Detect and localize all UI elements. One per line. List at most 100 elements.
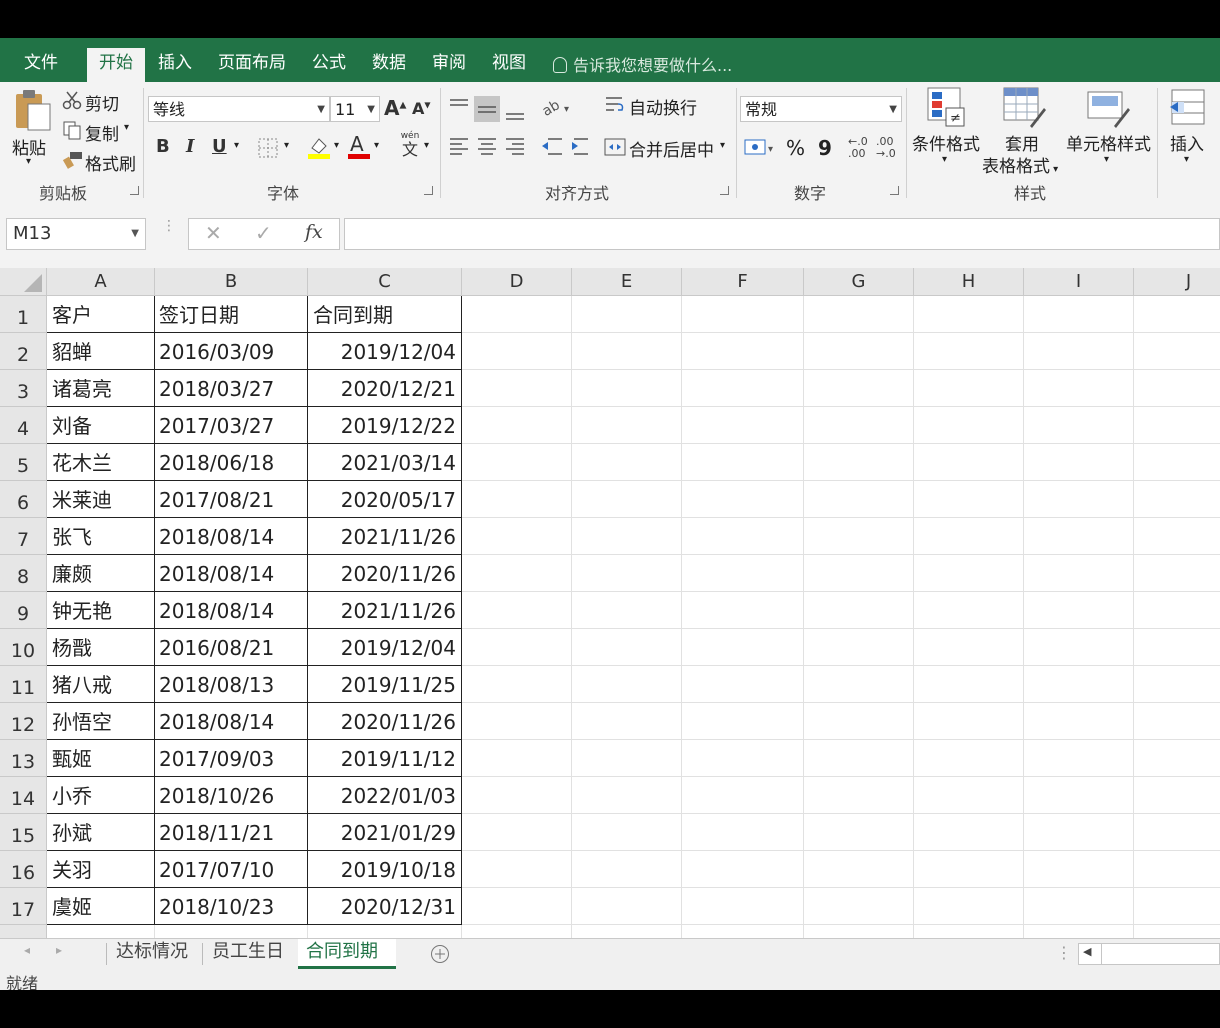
- cell-expiry-date[interactable]: 2020/12/21: [308, 370, 462, 407]
- shrink-font-icon[interactable]: A▼: [412, 99, 431, 118]
- tab-data[interactable]: 数据: [366, 50, 412, 82]
- cell-expiry-date[interactable]: 2019/12/04: [308, 629, 462, 666]
- paste-icon[interactable]: [12, 88, 54, 134]
- column-header[interactable]: E: [572, 268, 682, 296]
- chevron-down-icon[interactable]: ▼: [131, 219, 139, 249]
- clipboard-launcher-icon[interactable]: [130, 186, 139, 195]
- fill-color-icon[interactable]: [306, 134, 332, 160]
- scroll-prev-sheet-icon[interactable]: ◂: [24, 943, 30, 957]
- insert-function-button[interactable]: fx: [305, 221, 323, 243]
- row-header[interactable]: 15: [0, 814, 47, 851]
- cell-customer[interactable]: 张飞: [47, 518, 155, 555]
- cell-expiry-date[interactable]: 2021/11/26: [308, 592, 462, 629]
- format-painter-button[interactable]: 格式刷: [85, 150, 136, 175]
- cell-customer[interactable]: 甄姬: [47, 740, 155, 777]
- phonetic-guide-icon[interactable]: wén 文: [400, 132, 420, 159]
- cell-sign-date[interactable]: 2018/08/14: [155, 555, 308, 592]
- cell-expiry-date[interactable]: 合同到期: [308, 296, 462, 333]
- orientation-icon[interactable]: ab ▾: [540, 96, 576, 118]
- cell-customer[interactable]: 猪八戒: [47, 666, 155, 703]
- cell-expiry-date[interactable]: 2021/01/29: [308, 814, 462, 851]
- sheet-tab-birthdays[interactable]: 员工生日: [204, 939, 292, 969]
- cell-customer[interactable]: 刘备: [47, 407, 155, 444]
- cell-expiry-date[interactable]: 2020/12/31: [308, 888, 462, 925]
- sheet-tab-contracts[interactable]: 合同到期: [298, 939, 396, 969]
- conditional-formatting-button[interactable]: 条件格式: [912, 130, 980, 155]
- row-header[interactable]: 14: [0, 777, 47, 814]
- cell-expiry-date[interactable]: 2022/01/03: [308, 777, 462, 814]
- row-header[interactable]: 1: [0, 296, 47, 333]
- cell-sign-date[interactable]: 2016/08/21: [155, 629, 308, 666]
- column-header[interactable]: G: [804, 268, 914, 296]
- tab-page-layout[interactable]: 页面布局: [212, 50, 292, 82]
- merge-center-button[interactable]: 合并后居中: [629, 136, 714, 161]
- increase-decimal-button[interactable]: ←.0.00: [848, 136, 868, 160]
- column-header[interactable]: B: [155, 268, 308, 296]
- cell-sign-date[interactable]: 2017/08/21: [155, 481, 308, 518]
- cell-expiry-date[interactable]: 2020/11/26: [308, 555, 462, 592]
- cell-sign-date[interactable]: 2016/03/09: [155, 333, 308, 370]
- format-as-table-button[interactable]: 表格格式 ▾: [982, 152, 1058, 177]
- row-header[interactable]: 11: [0, 666, 47, 703]
- cell-sign-date[interactable]: 签订日期: [155, 296, 308, 333]
- column-header[interactable]: I: [1024, 268, 1134, 296]
- alignment-launcher-icon[interactable]: [720, 186, 729, 195]
- cell-expiry-date[interactable]: 2019/11/25: [308, 666, 462, 703]
- borders-icon[interactable]: [258, 138, 280, 158]
- cell-customer[interactable]: 米莱迪: [47, 481, 155, 518]
- scroll-next-sheet-icon[interactable]: ▸: [56, 943, 62, 957]
- cell-sign-date[interactable]: 2017/09/03: [155, 740, 308, 777]
- merge-dropdown-icon[interactable]: ▾: [720, 140, 725, 151]
- split-handle-icon[interactable]: ⋮: [1056, 943, 1072, 962]
- tell-me-search[interactable]: 告诉我您想要做什么...: [553, 52, 732, 76]
- font-launcher-icon[interactable]: [424, 186, 433, 195]
- grow-font-icon[interactable]: A▲: [384, 96, 406, 120]
- column-header[interactable]: C: [308, 268, 462, 296]
- cell-customer[interactable]: 廉颇: [47, 555, 155, 592]
- column-header[interactable]: D: [462, 268, 572, 296]
- conditional-dropdown-icon[interactable]: ▾: [942, 154, 947, 165]
- resize-handle-icon[interactable]: ⋮: [162, 219, 176, 246]
- percent-button[interactable]: %: [786, 136, 805, 160]
- font-size-combo[interactable]: 11 ▼: [330, 96, 380, 122]
- cell-styles-button[interactable]: 单元格样式: [1066, 130, 1151, 155]
- column-header[interactable]: A: [47, 268, 155, 296]
- cell-expiry-date[interactable]: 2019/11/12: [308, 740, 462, 777]
- column-header[interactable]: H: [914, 268, 1024, 296]
- borders-dropdown-icon[interactable]: ▾: [284, 140, 289, 151]
- cell-customer[interactable]: 杨戬: [47, 629, 155, 666]
- select-all-button[interactable]: [0, 268, 47, 296]
- row-header[interactable]: 10: [0, 629, 47, 666]
- sheet-tab-dabiao[interactable]: 达标情况: [108, 939, 196, 969]
- row-header[interactable]: 8: [0, 555, 47, 592]
- cell-expiry-date[interactable]: 2021/11/26: [308, 518, 462, 555]
- font-color-icon[interactable]: A: [350, 132, 364, 156]
- phonetic-dropdown-icon[interactable]: ▾: [424, 140, 429, 151]
- row-header[interactable]: 7: [0, 518, 47, 555]
- fill-color-dropdown-icon[interactable]: ▾: [334, 140, 339, 151]
- column-header[interactable]: F: [682, 268, 804, 296]
- row-header[interactable]: 13: [0, 740, 47, 777]
- cell-expiry-date[interactable]: 2019/12/04: [308, 333, 462, 370]
- cell-customer[interactable]: 孙斌: [47, 814, 155, 851]
- number-format-combo[interactable]: 常规 ▼: [740, 96, 902, 122]
- tab-file[interactable]: 文件: [16, 50, 66, 82]
- copy-button[interactable]: 复制: [85, 120, 119, 145]
- cell-sign-date[interactable]: 2018/11/21: [155, 814, 308, 851]
- cell-expiry-date[interactable]: 2019/10/18: [308, 851, 462, 888]
- decrease-decimal-button[interactable]: .00 →.0: [876, 136, 896, 160]
- accounting-format-icon[interactable]: ▾: [744, 138, 778, 158]
- row-header[interactable]: 16: [0, 851, 47, 888]
- cell-customer[interactable]: 貂蝉: [47, 333, 155, 370]
- cancel-icon[interactable]: ✕: [205, 221, 222, 245]
- row-header[interactable]: 5: [0, 444, 47, 481]
- row-header[interactable]: 6: [0, 481, 47, 518]
- number-launcher-icon[interactable]: [890, 186, 899, 195]
- add-sheet-icon[interactable]: [430, 944, 450, 964]
- tab-view[interactable]: 视图: [486, 50, 532, 82]
- cell-customer[interactable]: 关羽: [47, 851, 155, 888]
- copy-dropdown-icon[interactable]: ▾: [124, 122, 129, 133]
- cell-customer[interactable]: 钟无艳: [47, 592, 155, 629]
- row-header[interactable]: 12: [0, 703, 47, 740]
- cell-expiry-date[interactable]: 2020/11/26: [308, 703, 462, 740]
